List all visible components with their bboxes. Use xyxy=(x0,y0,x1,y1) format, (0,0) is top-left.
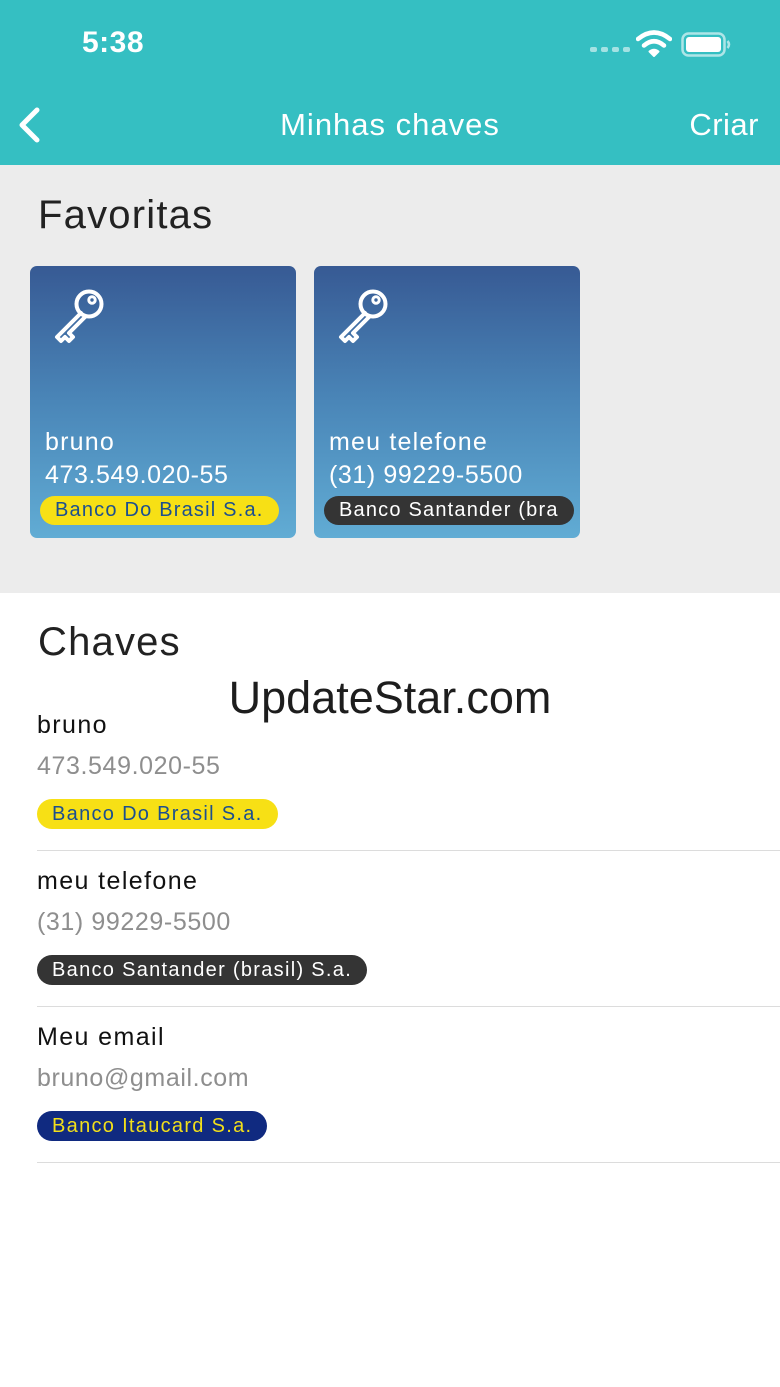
favorites-title: Favoritas xyxy=(38,193,214,237)
favorite-card-value: 473.549.020-55 xyxy=(45,461,229,489)
wifi-icon xyxy=(636,30,672,57)
favorite-card-value: (31) 99229-5500 xyxy=(329,461,523,489)
battery-icon xyxy=(681,32,731,57)
cellular-signal-icon xyxy=(590,47,630,52)
key-value: (31) 99229-5500 xyxy=(37,908,231,936)
top-bar: 5:38 Minhas chaves Criar xyxy=(0,0,780,165)
bank-badge: Banco Santander (brasil) S.a. xyxy=(37,955,368,985)
key-name: Meu email xyxy=(37,1023,165,1051)
favorite-card[interactable]: bruno 473.549.020-55 Banco Do Brasil S.a… xyxy=(30,266,296,538)
create-button[interactable]: Criar xyxy=(689,107,759,143)
favorites-section: Favoritas bruno 473.549.020-55 Banco Do … xyxy=(0,165,780,593)
favorite-card-name: meu telefone xyxy=(329,428,488,456)
bank-badge: Banco Do Brasil S.a. xyxy=(37,799,278,829)
key-name: meu telefone xyxy=(37,867,199,895)
key-list-item[interactable]: meu telefone (31) 99229-5500 Banco Santa… xyxy=(37,851,780,1007)
status-time: 5:38 xyxy=(82,26,145,59)
bank-badge: Banco Santander (bra xyxy=(324,496,574,525)
key-value: 473.549.020-55 xyxy=(37,752,221,780)
key-value: bruno@gmail.com xyxy=(37,1064,250,1092)
key-icon xyxy=(339,289,388,343)
bank-badge: Banco Do Brasil S.a. xyxy=(40,496,279,525)
keys-title: Chaves xyxy=(38,620,181,664)
key-list-item[interactable]: bruno 473.549.020-55 Banco Do Brasil S.a… xyxy=(37,695,780,851)
favorite-card[interactable]: meu telefone (31) 99229-5500 Banco Santa… xyxy=(314,266,580,538)
key-list-item[interactable]: Meu email bruno@gmail.com Banco Itaucard… xyxy=(37,1007,780,1163)
bank-badge: Banco Itaucard S.a. xyxy=(37,1111,268,1141)
page-title: Minhas chaves xyxy=(280,107,500,142)
favorite-card-name: bruno xyxy=(45,428,115,456)
key-name: bruno xyxy=(37,711,108,739)
key-icon xyxy=(55,289,104,343)
